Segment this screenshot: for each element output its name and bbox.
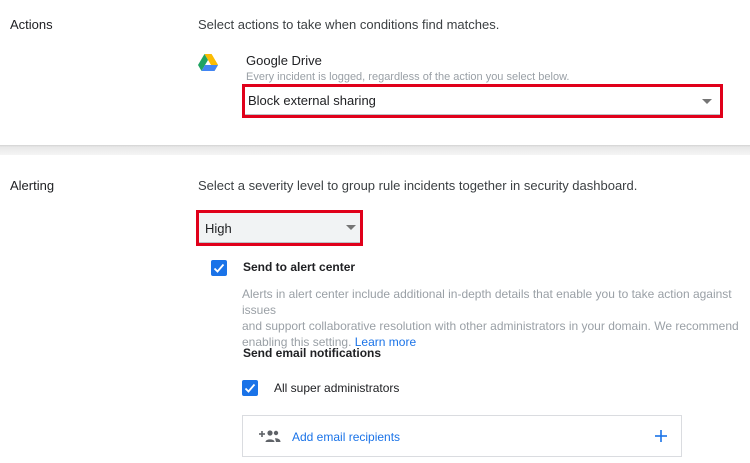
- add-email-recipients-label: Add email recipients: [292, 430, 401, 444]
- severity-select-highlight: High: [196, 210, 363, 246]
- check-icon: [213, 263, 225, 273]
- alert-center-label: Send to alert center: [243, 260, 356, 274]
- alert-center-description-line: and support collaborative resolution wit…: [242, 319, 739, 333]
- email-notifications-heading: Send email notifications: [243, 346, 382, 360]
- alerting-description: Select a severity level to group rule in…: [198, 178, 638, 193]
- action-select-highlight: Block external sharing: [242, 84, 723, 118]
- severity-select[interactable]: High: [199, 213, 360, 243]
- chevron-down-icon[interactable]: [346, 225, 356, 230]
- alert-center-description-line: Alerts in alert center include additiona…: [242, 287, 732, 317]
- add-group-icon: [259, 429, 281, 448]
- alert-center-checkbox[interactable]: [211, 260, 227, 276]
- add-email-recipients-row[interactable]: Add email recipients: [242, 415, 682, 457]
- section-divider: [0, 145, 750, 155]
- alerting-section-label: Alerting: [10, 178, 55, 193]
- super-admins-checkbox[interactable]: [242, 380, 258, 396]
- chevron-down-icon[interactable]: [702, 99, 712, 104]
- action-select[interactable]: Block external sharing: [245, 87, 720, 115]
- service-name: Google Drive: [246, 53, 322, 68]
- alert-center-description: Alerts in alert center include additiona…: [242, 286, 747, 350]
- google-drive-icon: [198, 54, 218, 72]
- action-select-value: Block external sharing: [248, 93, 376, 108]
- plus-icon[interactable]: [654, 429, 668, 448]
- check-icon: [244, 383, 256, 393]
- service-hint: Every incident is logged, regardless of …: [246, 71, 570, 83]
- actions-section-label: Actions: [10, 17, 53, 32]
- actions-description: Select actions to take when conditions f…: [198, 17, 500, 32]
- super-admins-label: All super administrators: [274, 381, 400, 395]
- severity-select-value: High: [205, 221, 232, 236]
